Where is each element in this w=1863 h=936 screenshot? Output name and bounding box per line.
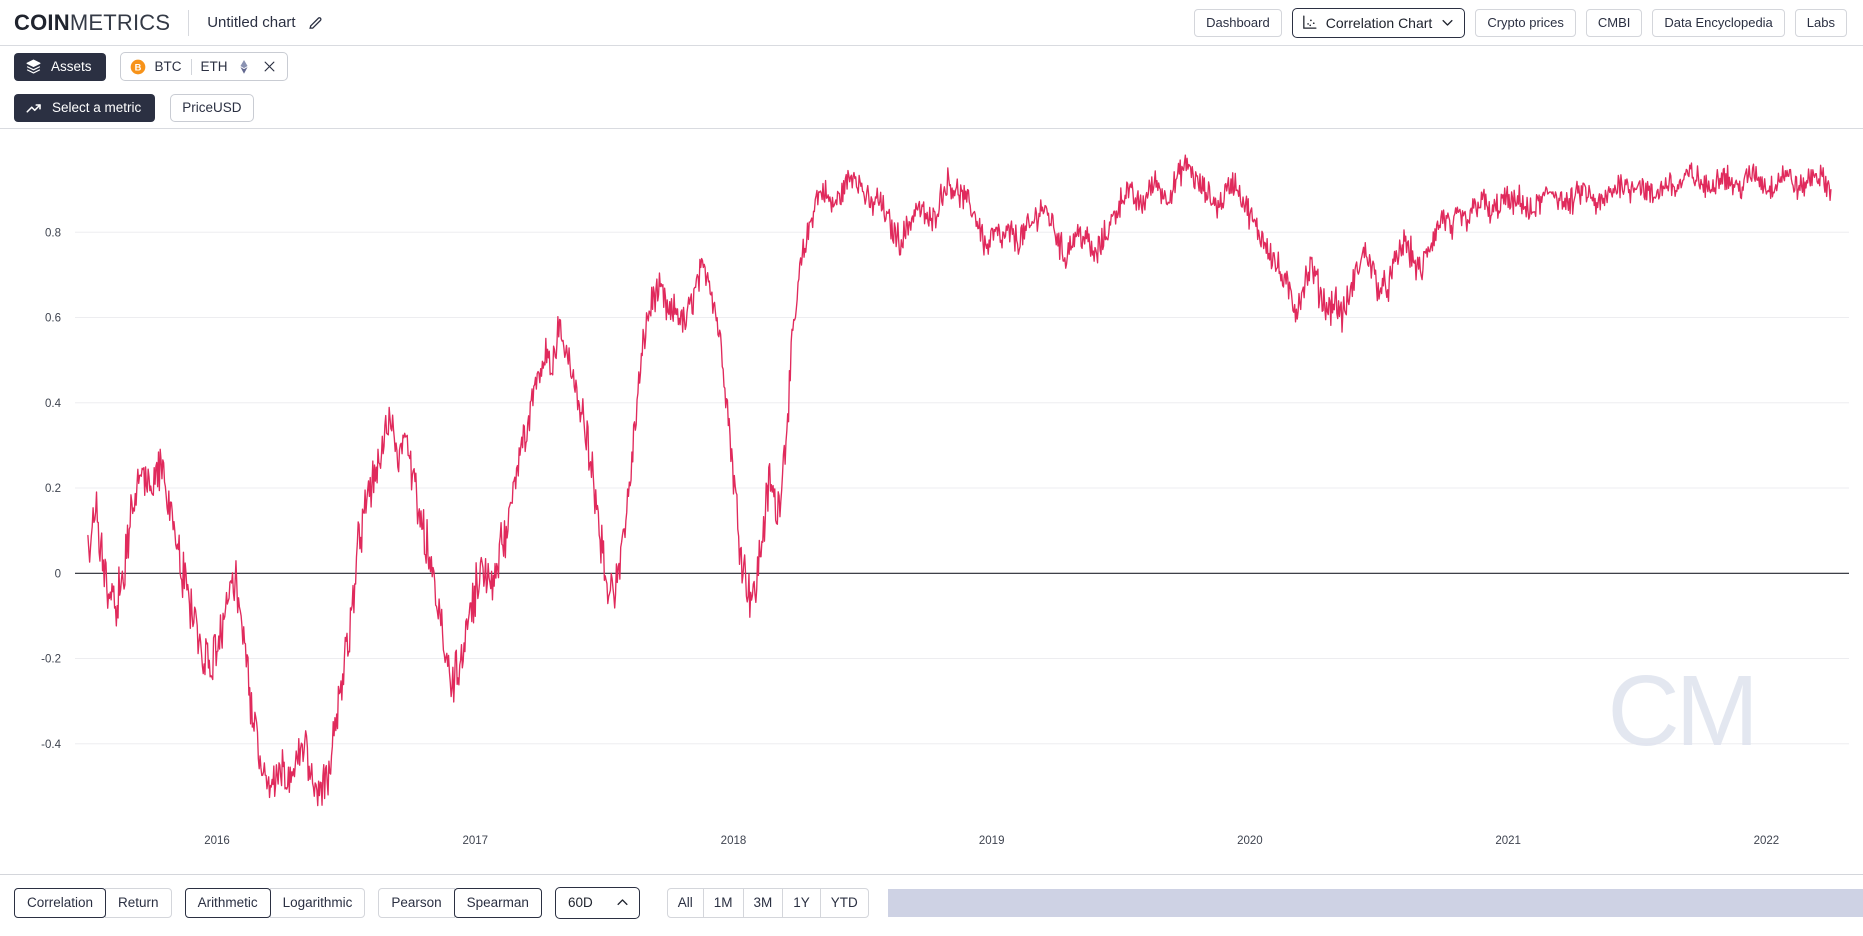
- assets-button-label: Assets: [51, 59, 92, 74]
- nav-crypto-prices[interactable]: Crypto prices: [1475, 8, 1576, 37]
- range-option-3m[interactable]: 3M: [742, 887, 784, 918]
- svg-text:0.6: 0.6: [45, 313, 61, 325]
- asset-label-btc: BTC: [154, 59, 182, 74]
- select-metric-button[interactable]: Select a metric: [14, 93, 156, 122]
- range-option-all[interactable]: All: [666, 887, 704, 918]
- chart-plot-svg: 0.8 0.6 0.4 0.2 0 -0.2 -0.4 2016 2017 2018 2019 202…: [41, 154, 1849, 847]
- bitcoin-icon: B: [130, 59, 146, 75]
- ethereum-icon: [237, 59, 251, 75]
- metric-chip-priceusd[interactable]: PriceUSD: [170, 93, 254, 122]
- coinmetrics-logo[interactable]: COINMETRICS: [14, 10, 170, 36]
- top-navigation-bar: COINMETRICS Untitled chart Dashboard Cor…: [0, 0, 1863, 46]
- svg-text:B: B: [134, 62, 141, 72]
- nav-cmbi[interactable]: CMBI: [1585, 8, 1643, 37]
- time-range-brush[interactable]: [887, 888, 1863, 917]
- svg-text:2016: 2016: [204, 835, 230, 847]
- scale-option-logarithmic[interactable]: Logarithmic: [269, 887, 366, 918]
- scale-option-arithmetic[interactable]: Arithmetic: [184, 887, 271, 918]
- scatter-chart-icon: [1301, 14, 1318, 31]
- svg-text:2022: 2022: [1754, 835, 1780, 847]
- edit-pencil-icon[interactable]: [307, 14, 325, 32]
- mode-toggle-group: Correlation Return: [14, 887, 172, 918]
- svg-text:2019: 2019: [979, 835, 1005, 847]
- mode-option-correlation[interactable]: Correlation: [14, 887, 107, 918]
- range-option-ytd[interactable]: YTD: [819, 887, 869, 918]
- range-option-1y[interactable]: 1Y: [782, 887, 821, 918]
- window-value-label: 60D: [567, 895, 593, 910]
- svg-text:0.4: 0.4: [45, 398, 62, 410]
- assets-selector-row: Assets B BTC ETH: [0, 46, 1863, 87]
- chart-type-dropdown[interactable]: Correlation Chart: [1291, 7, 1466, 38]
- svg-text:-0.4: -0.4: [41, 739, 61, 751]
- svg-text:0.8: 0.8: [45, 227, 61, 239]
- scale-toggle-group: Arithmetic Logarithmic: [184, 887, 366, 918]
- method-option-spearman[interactable]: Spearman: [453, 887, 542, 918]
- assets-chip[interactable]: B BTC ETH: [119, 52, 288, 81]
- assets-button[interactable]: Assets: [14, 52, 106, 81]
- correlation-chart[interactable]: 0.8 0.6 0.4 0.2 0 -0.2 -0.4 2016 2017 2018 2019 202…: [0, 129, 1863, 874]
- logo-coin-text: COIN: [14, 9, 70, 35]
- method-toggle-group: Pearson Spearman: [378, 887, 542, 918]
- correlation-window-dropdown[interactable]: 60D: [554, 886, 640, 919]
- nav-data-encyclopedia[interactable]: Data Encyclopedia: [1652, 8, 1785, 37]
- trending-up-icon: [25, 99, 43, 117]
- chip-divider: [190, 58, 192, 75]
- logo-metrics-text: METRICS: [69, 9, 171, 35]
- svg-text:-0.2: -0.2: [41, 654, 61, 666]
- svg-text:2017: 2017: [462, 835, 488, 847]
- dashboard-button[interactable]: Dashboard: [1194, 8, 1282, 37]
- select-metric-label: Select a metric: [52, 100, 142, 115]
- page-title: Untitled chart: [207, 14, 296, 31]
- layers-icon: [25, 58, 42, 75]
- asset-label-eth: ETH: [200, 59, 228, 74]
- header-actions: Dashboard Correlation Chart Crypto price…: [1194, 7, 1847, 38]
- time-range-group: All 1M 3M 1Y YTD: [666, 887, 869, 918]
- svg-text:2020: 2020: [1237, 835, 1263, 847]
- method-option-pearson[interactable]: Pearson: [378, 887, 455, 918]
- metric-selector-row: Select a metric PriceUSD: [0, 87, 1863, 129]
- chevron-up-icon: [615, 895, 630, 910]
- svg-text:0: 0: [55, 568, 61, 580]
- svg-text:0.2: 0.2: [45, 483, 61, 495]
- header-divider: [188, 9, 190, 36]
- nav-labs[interactable]: Labs: [1794, 8, 1847, 37]
- chart-controls-toolbar: Correlation Return Arithmetic Logarithmi…: [0, 874, 1863, 930]
- chevron-down-icon: [1440, 15, 1455, 30]
- svg-text:2021: 2021: [1495, 835, 1521, 847]
- mode-option-return[interactable]: Return: [105, 887, 172, 918]
- range-option-1m[interactable]: 1M: [702, 887, 744, 918]
- svg-text:2018: 2018: [721, 835, 747, 847]
- chart-type-label: Correlation Chart: [1325, 14, 1433, 31]
- close-icon[interactable]: [262, 59, 277, 74]
